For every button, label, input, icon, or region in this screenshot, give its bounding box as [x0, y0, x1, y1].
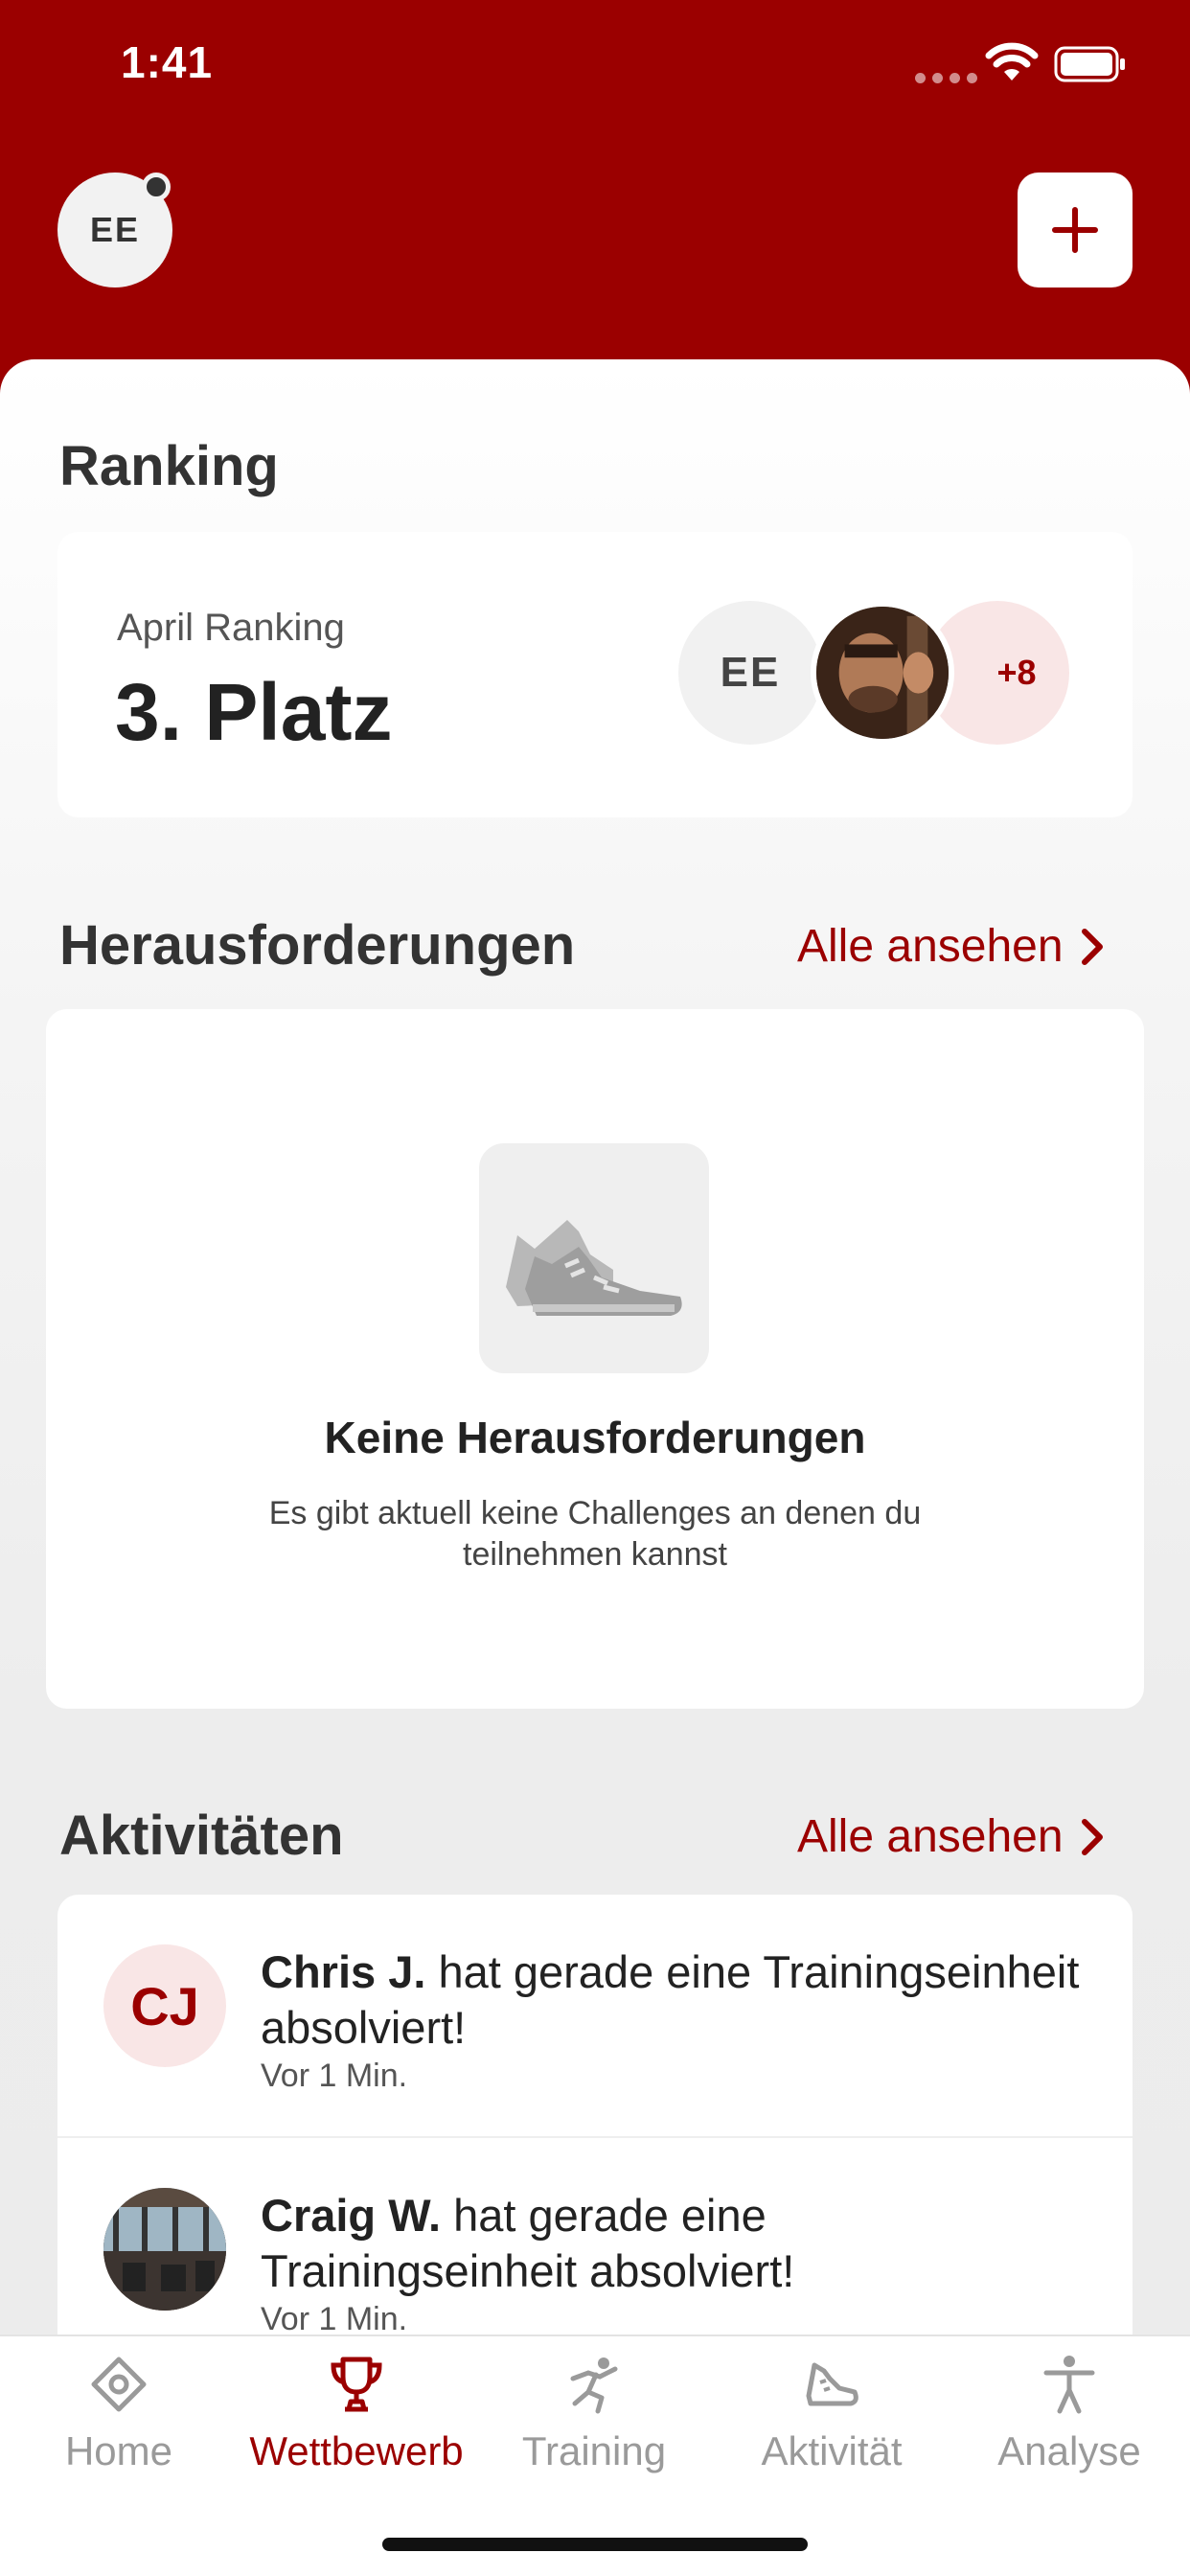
sneaker-icon — [806, 2362, 858, 2406]
activities-section-title: Aktivitäten — [59, 1805, 344, 1867]
sneakers-icon — [506, 1220, 682, 1316]
activity-message: Chris J. hat gerade eine Trainingseinhei… — [261, 1944, 1085, 2056]
challenges-see-all-label: Alle ansehen — [797, 921, 1064, 972]
tab-analyse-label: Analyse — [997, 2428, 1141, 2473]
tab-aktivitaet-label: Aktivität — [761, 2428, 903, 2473]
trophy-icon — [331, 2357, 382, 2412]
ranking-section-title: Ranking — [59, 435, 279, 497]
battery-icon — [1054, 46, 1125, 82]
home-indicator — [382, 2538, 808, 2551]
activity-avatar: CJ — [103, 1944, 226, 2067]
empty-challenges-title: Keine Herausforderungen — [324, 1413, 866, 1462]
status-dot — [142, 172, 171, 201]
status-time: 1:41 — [121, 37, 214, 87]
challenges-see-all-link[interactable]: Alle ansehen — [797, 920, 1104, 973]
tab-wettbewerb-label: Wettbewerb — [249, 2428, 464, 2473]
activity-item[interactable]: CJ Chris J. hat gerade eine Trainingsein… — [57, 1895, 1133, 2136]
tab-wettbewerb[interactable]: Wettbewerb — [238, 2354, 475, 2497]
plus-icon — [1052, 207, 1098, 253]
ranking-subtitle: April Ranking — [117, 607, 345, 649]
activity-time: Vor 1 Min. — [261, 2058, 408, 2094]
add-button[interactable] — [1018, 172, 1133, 288]
status-bar: 1:41 — [0, 0, 1190, 134]
tab-home-label: Home — [64, 2428, 173, 2473]
empty-challenges-illustration — [479, 1143, 709, 1373]
chevron-right-icon — [1081, 928, 1103, 965]
tab-home[interactable]: Home — [0, 2354, 238, 2497]
tab-analyse[interactable]: Analyse — [950, 2354, 1188, 2497]
person-photo — [816, 607, 949, 739]
challenges-card: Keine Herausforderungen Es gibt aktuell … — [46, 1009, 1144, 1709]
gym-photo — [103, 2188, 226, 2311]
challenges-section-title: Herausforderungen — [59, 914, 576, 977]
activity-user-name: Craig W. — [261, 2190, 442, 2241]
activity-time: Vor 1 Min. — [261, 2301, 408, 2337]
empty-challenges-description: Es gibt aktuell keine Challenges an dene… — [268, 1495, 922, 1573]
activity-user-name: Chris J. — [261, 1946, 426, 1997]
activities-see-all-link[interactable]: Alle ansehen — [797, 1810, 1104, 1863]
tab-training-label: Training — [521, 2428, 667, 2473]
person-icon — [1043, 2356, 1095, 2414]
profile-avatar[interactable]: EE — [57, 172, 172, 288]
activities-see-all-label: Alle ansehen — [797, 1811, 1064, 1862]
activity-avatar-photo — [103, 2188, 226, 2311]
profile-initials: EE — [89, 210, 141, 249]
ranking-avatar-me: EE — [678, 601, 822, 745]
ranking-avatars: EE +8 — [678, 601, 1081, 745]
ranking-place: 3. Platz — [115, 667, 393, 757]
content-sheet: Ranking April Ranking 3. Platz EE +8 Her… — [0, 359, 1190, 2576]
home-icon — [91, 2357, 147, 2412]
ranking-card[interactable]: April Ranking 3. Platz EE +8 — [57, 532, 1133, 817]
chevron-right-icon — [1081, 1818, 1103, 1855]
cellular-signal-icon — [915, 73, 977, 83]
wifi-icon — [985, 42, 1039, 80]
tab-aktivitaet[interactable]: Aktivität — [713, 2354, 950, 2497]
ranking-avatar-photo — [811, 601, 954, 745]
running-figure-icon — [570, 2358, 618, 2414]
activity-message: Craig W. hat gerade eine Trainingseinhei… — [261, 2188, 1085, 2299]
tab-training[interactable]: Training — [475, 2354, 713, 2497]
